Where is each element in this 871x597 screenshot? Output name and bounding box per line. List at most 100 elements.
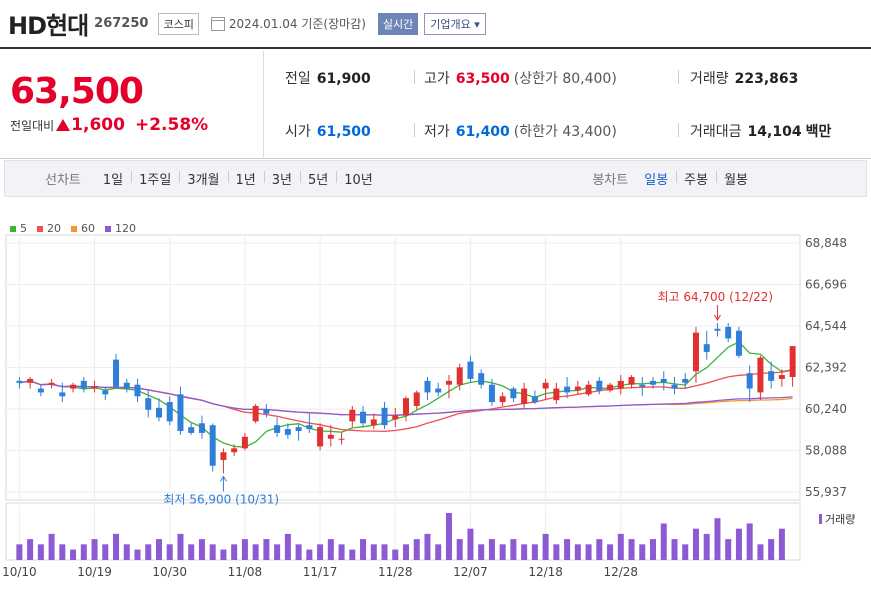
- volume-bar: [757, 544, 764, 560]
- candle-body: [735, 330, 742, 356]
- volume-bar: [295, 544, 302, 560]
- price-box: 63,500 전일대비 1,600 +2.58%: [0, 51, 264, 159]
- volume-bar: [91, 539, 98, 560]
- volume-bar: [338, 544, 345, 560]
- candle-weekly-button[interactable]: 주봉: [676, 169, 716, 188]
- candle-body: [639, 384, 646, 387]
- candle-body: [48, 382, 55, 385]
- volume-bar: [59, 544, 66, 560]
- volume-bar: [381, 544, 388, 560]
- candle-body: [360, 411, 367, 424]
- volume-bar: [48, 533, 55, 560]
- high-annotation: 최고 64,700 (12/22): [657, 290, 773, 304]
- price-change-row: 전일대비 1,600 +2.58%: [10, 115, 208, 135]
- volume-bar: [778, 528, 785, 560]
- candle-body: [370, 419, 377, 426]
- divider: [678, 70, 679, 84]
- volume-bar: [27, 539, 34, 560]
- candle-body: [220, 452, 227, 460]
- market-badge: 코스피: [158, 12, 199, 35]
- y-tick-label: 62,392: [805, 361, 847, 375]
- candle-body: [499, 396, 506, 403]
- date-text: 2024.01.04 기준(장마감): [228, 17, 366, 31]
- candle-body: [295, 427, 302, 431]
- volume-bar: [284, 533, 291, 560]
- volume-bar: [241, 539, 248, 560]
- candle-body: [209, 425, 216, 466]
- volume-bar: [542, 533, 549, 560]
- volume-bar: [768, 539, 775, 560]
- candle-body: [166, 402, 173, 422]
- candle-body: [317, 427, 324, 447]
- candle-body: [155, 407, 162, 418]
- volume-bar: [274, 544, 281, 560]
- volume-bar: [478, 544, 485, 560]
- period-10y-button[interactable]: 10년: [336, 169, 381, 188]
- volume-bar: [607, 544, 614, 560]
- volume-bar: [145, 544, 152, 560]
- volume-bar: [499, 544, 506, 560]
- x-tick-label: 11/28: [378, 565, 413, 579]
- volume-bar: [703, 533, 710, 560]
- volume-bar: [692, 528, 699, 560]
- y-tick-label: 60,240: [805, 402, 847, 416]
- volume-bar: [521, 544, 528, 560]
- candle-body: [177, 394, 184, 431]
- period-1w-button[interactable]: 1주일: [131, 169, 179, 188]
- x-tick-label: 11/08: [228, 565, 263, 579]
- line-chart-label: 선차트: [45, 173, 81, 188]
- period-5y-button[interactable]: 5년: [300, 169, 336, 188]
- volume-bar: [317, 544, 324, 560]
- volume-bar: [209, 544, 216, 560]
- volume-bar: [531, 544, 538, 560]
- period-3y-button[interactable]: 3년: [263, 169, 300, 188]
- candle-body: [789, 346, 796, 377]
- stat-open: 시가 61,500: [285, 124, 371, 140]
- candle-body: [381, 407, 388, 426]
- company-overview-button[interactable]: 기업개요 ▾: [424, 12, 486, 35]
- volume-bar: [510, 539, 517, 560]
- candle-body: [671, 384, 678, 389]
- volume-bar: [123, 544, 130, 560]
- candle-body: [59, 392, 66, 397]
- volume-bar: [735, 528, 742, 560]
- price-change: 1,600: [71, 115, 125, 135]
- divider: [414, 70, 415, 84]
- volume-bar: [553, 544, 560, 560]
- price-change-percent: +2.58%: [134, 115, 209, 135]
- period-3m-button[interactable]: 3개월: [179, 169, 227, 188]
- candle-body: [403, 398, 409, 416]
- x-tick-label: 12/18: [528, 565, 563, 579]
- volume-bar: [155, 539, 162, 560]
- candle-body: [531, 396, 538, 403]
- y-tick-label: 55,937: [805, 485, 847, 499]
- volume-bar: [37, 544, 44, 560]
- volume-bar: [16, 544, 23, 560]
- candle-daily-button[interactable]: 일봉: [636, 169, 676, 188]
- candle-body: [692, 332, 699, 372]
- candle-body: [424, 380, 431, 393]
- volume-bar: [650, 539, 657, 560]
- candle-body: [284, 429, 291, 435]
- candle-body: [349, 409, 356, 422]
- volume-bar: [596, 539, 603, 560]
- volume-bar: [263, 539, 270, 560]
- volume-bar: [252, 544, 259, 560]
- volume-bar: [198, 539, 205, 560]
- period-1d-button[interactable]: 1일: [95, 169, 131, 188]
- volume-bar: [306, 549, 313, 560]
- realtime-button[interactable]: 실시간: [377, 12, 419, 35]
- volume-bar: [231, 544, 238, 560]
- x-tick-label: 10/10: [2, 565, 37, 579]
- candle-monthly-button[interactable]: 월봉: [716, 169, 756, 188]
- candle-body: [574, 386, 581, 391]
- period-1y-button[interactable]: 1년: [227, 169, 264, 188]
- candle-body: [510, 388, 517, 399]
- volume-bar: [617, 533, 624, 560]
- volume-bar: [639, 544, 646, 560]
- candle-body: [123, 382, 130, 389]
- candle-body: [488, 384, 495, 403]
- candle-body: [263, 409, 270, 414]
- volume-bar: [714, 518, 721, 560]
- candle-body: [746, 373, 753, 389]
